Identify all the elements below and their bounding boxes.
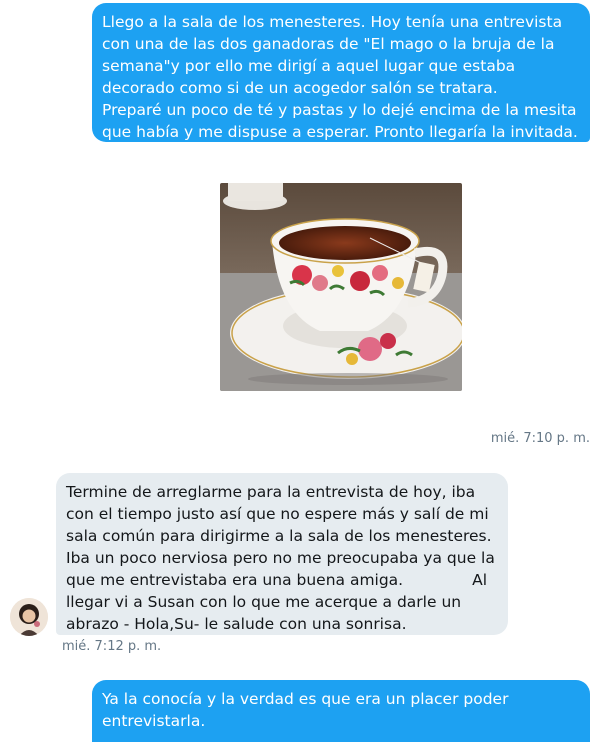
message-bubble-incoming[interactable]: Termine de arreglarme para la entrevista…	[56, 473, 508, 635]
avatar[interactable]	[10, 598, 48, 636]
message-timestamp: mié. 7:10 p. m.	[490, 431, 590, 446]
message-timestamp: mié. 7:12 p. m.	[62, 639, 162, 654]
avatar-image	[10, 598, 48, 636]
message-bubble-outgoing[interactable]: Ya la conocía y la verdad es que era un …	[92, 680, 590, 742]
message-bubble-outgoing[interactable]: Llego a la sala de los menesteres. Hoy t…	[92, 3, 590, 142]
teacup-image	[220, 183, 462, 391]
teacup-photo[interactable]	[220, 183, 462, 391]
conversation-thread: Llego a la sala de los menesteres. Hoy t…	[0, 0, 600, 742]
